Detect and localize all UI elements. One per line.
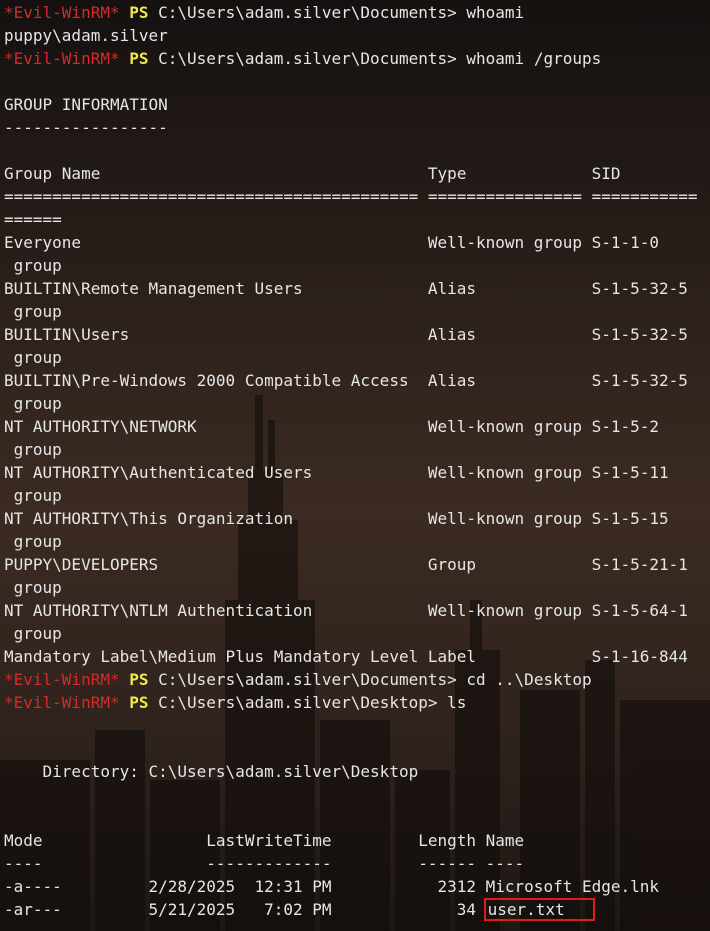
whoami-output: puppy\adam.silver (4, 26, 168, 45)
group-row: NT AUTHORITY\NETWORK Well-known group S-… (4, 417, 660, 436)
mandatory-label-row: Mandatory Label\Medium Plus Mandatory Le… (4, 647, 688, 666)
prompt-tag: *Evil-WinRM* (4, 693, 120, 712)
group-info-title: GROUP INFORMATION (4, 95, 168, 114)
prompt-line-whoami-groups: *Evil-WinRM* PS C:\Users\adam.silver\Doc… (4, 47, 710, 70)
groups-table-header: Group Name Type SID (4, 164, 621, 183)
prompt-line-ls: *Evil-WinRM* PS C:\Users\adam.silver\Des… (4, 691, 710, 714)
prompt-line-whoami: *Evil-WinRM* PS C:\Users\adam.silver\Doc… (4, 1, 710, 24)
file-row-user-txt: -ar--- 5/21/2025 7:02 PM 34 user.txt (4, 898, 710, 921)
groups-table-rule: ========================================… (4, 187, 698, 206)
prompt-tag: *Evil-WinRM* (4, 49, 120, 68)
directory-heading: Directory: C:\Users\adam.silver\Desktop (4, 762, 419, 781)
prompt-tag: *Evil-WinRM* (4, 3, 120, 22)
group-row-wrap: group (4, 348, 62, 367)
prompt-ps: PS (129, 49, 149, 68)
group-row-wrap: group (4, 532, 62, 551)
group-row: BUILTIN\Remote Management Users Alias S-… (4, 279, 688, 298)
terminal-output: *Evil-WinRM* PS C:\Users\adam.silver\Doc… (4, 1, 710, 921)
prompt-ps: PS (129, 670, 149, 689)
groups-table-rule-wrap: ====== (4, 210, 62, 229)
group-row-wrap: group (4, 302, 62, 321)
group-row-wrap: group (4, 486, 62, 505)
group-row-wrap: group (4, 440, 62, 459)
group-row-wrap: group (4, 578, 62, 597)
group-row: PUPPY\DEVELOPERS Group S-1-5-21-1 (4, 555, 688, 574)
group-row: NT AUTHORITY\This Organization Well-know… (4, 509, 669, 528)
prompt-line-cd: *Evil-WinRM* PS C:\Users\adam.silver\Doc… (4, 668, 710, 691)
file-row-edge: -a---- 2/28/2025 12:31 PM 2312 Microsoft… (4, 877, 660, 896)
listing-rule: ---- ------------- ------ ---- (4, 854, 525, 873)
user-txt-highlight: user.txt (483, 898, 595, 921)
command-text: C:\Users\adam.silver\Documents> whoami /… (148, 49, 602, 68)
command-text: C:\Users\adam.silver\Documents> whoami (148, 3, 525, 22)
prompt-ps: PS (129, 693, 149, 712)
prompt-ps: PS (129, 3, 149, 22)
group-row-wrap: group (4, 256, 62, 275)
command-text: C:\Users\adam.silver\Desktop> ls (148, 693, 467, 712)
prompt-tag: *Evil-WinRM* (4, 670, 120, 689)
command-text: C:\Users\adam.silver\Documents> cd ..\De… (148, 670, 592, 689)
group-row: Everyone Well-known group S-1-1-0 (4, 233, 660, 252)
group-row-wrap: group (4, 394, 62, 413)
file-row-prefix: -ar--- 5/21/2025 7:02 PM 34 (4, 900, 486, 919)
group-row-wrap: group (4, 624, 62, 643)
group-row: NT AUTHORITY\NTLM Authentication Well-kn… (4, 601, 688, 620)
group-info-underline: ----------------- (4, 118, 168, 137)
group-row: BUILTIN\Users Alias S-1-5-32-5 (4, 325, 688, 344)
listing-header: Mode LastWriteTime Length Name (4, 831, 525, 850)
group-row: BUILTIN\Pre-Windows 2000 Compatible Acce… (4, 371, 688, 390)
group-row: NT AUTHORITY\Authenticated Users Well-kn… (4, 463, 669, 482)
